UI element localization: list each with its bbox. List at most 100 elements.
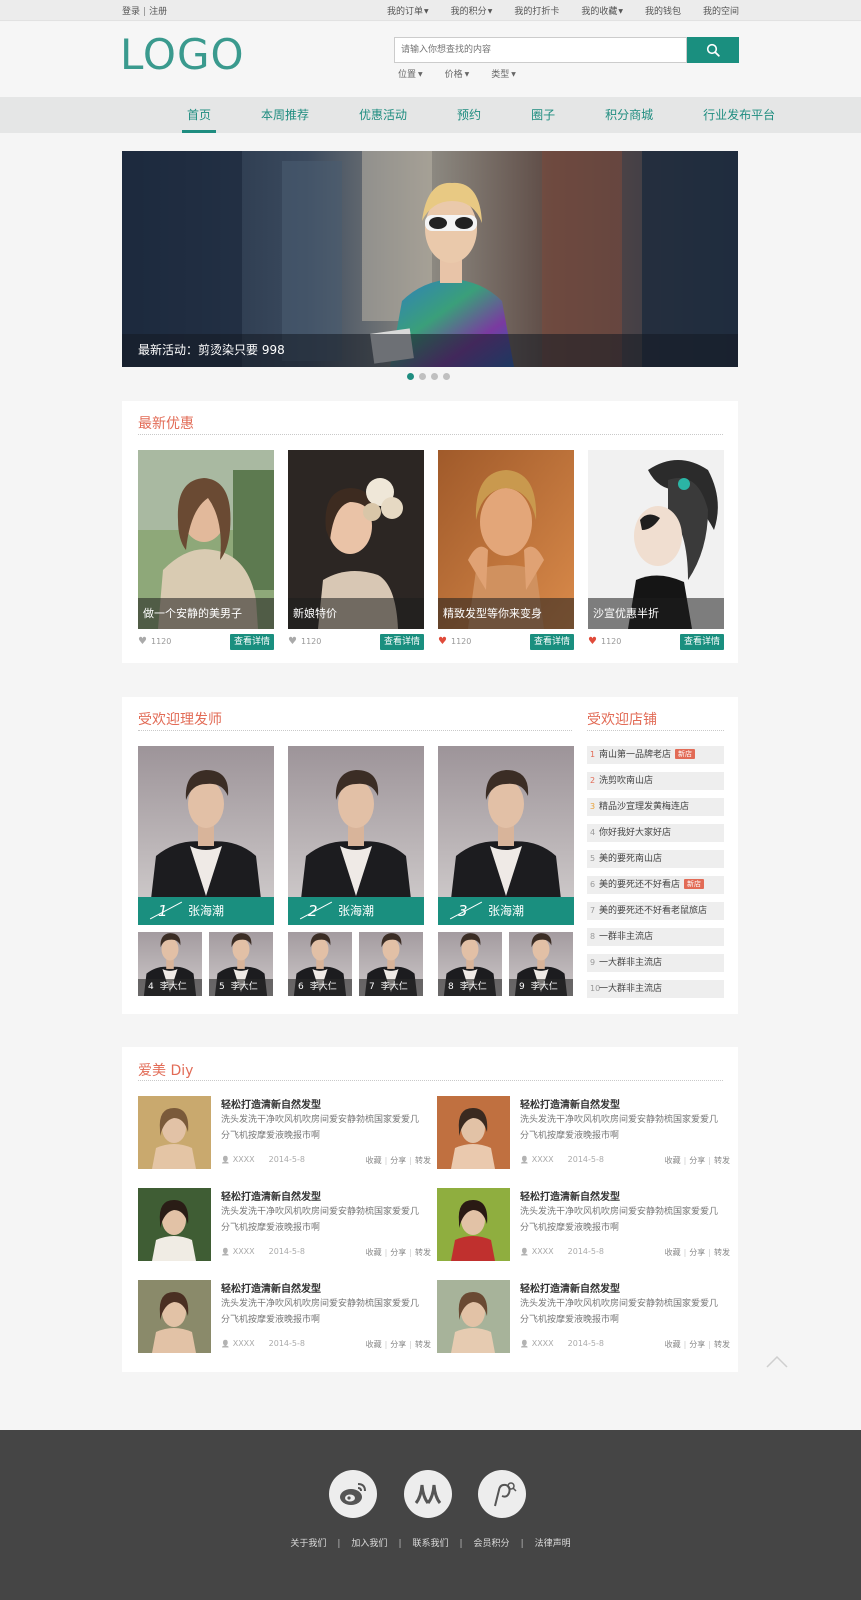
nav-item[interactable]: 首页 (182, 97, 217, 133)
stylist-card[interactable]: 2 张海潮 (288, 746, 424, 925)
article-title[interactable]: 轻松打造清新自然发型 (520, 1096, 620, 1111)
footer-link[interactable]: 会员积分 (474, 1539, 510, 1549)
article-action-button[interactable]: 分享 (390, 1156, 406, 1165)
view-details-button[interactable]: 查看详情 (679, 634, 724, 650)
shop-item[interactable]: 3 精品沙宣理发黄梅连店 (587, 798, 724, 816)
carousel-dot[interactable] (407, 373, 414, 380)
deal-card[interactable]: 精致发型等你来变身 ♥ 1120 查看详情 (438, 450, 574, 652)
footer-link[interactable]: 加入我们 (351, 1539, 387, 1549)
footer-link[interactable]: 法律声明 (535, 1539, 571, 1549)
article-title[interactable]: 轻松打造清新自然发型 (520, 1188, 620, 1203)
user-icon: 👤 (520, 1156, 529, 1164)
carousel-dot[interactable] (431, 373, 438, 380)
article-title[interactable]: 轻松打造清新自然发型 (221, 1280, 321, 1295)
nav-item[interactable]: 行业发布平台 (698, 97, 780, 133)
stylist-thumb[interactable]: 4 李大仁 (138, 932, 202, 996)
article-action-button[interactable]: 转发 (714, 1248, 730, 1257)
hero-banner[interactable]: 最新活动：剪烫染只要 998 (122, 151, 738, 367)
back-to-top-icon[interactable] (765, 1353, 789, 1369)
shop-item[interactable]: 2 洗剪吹南山店 (587, 772, 724, 790)
article-action-button[interactable]: 收藏 (665, 1340, 681, 1349)
stylist-thumb[interactable]: 9 李大仁 (509, 932, 573, 996)
deal-card[interactable]: 做一个安静的美男子 ♥ 1120 查看详情 (138, 450, 274, 652)
article-photo[interactable] (138, 1188, 211, 1261)
article-description: 洗头发洗干净吹风机吹房间爱安静勃梳国家爱爱几分飞机按摩爱液晚报市啊 (520, 1299, 719, 1325)
view-details-button[interactable]: 查看详情 (379, 634, 424, 650)
register-link[interactable]: 注册 (149, 7, 167, 17)
nav-item[interactable]: 积分商城 (600, 97, 658, 133)
footer-link[interactable]: 联系我们 (412, 1539, 448, 1549)
article-action-button[interactable]: 收藏 (366, 1340, 382, 1349)
search-button[interactable] (687, 37, 739, 63)
stylist-thumb[interactable]: 7 李大仁 (359, 932, 423, 996)
article-action-button[interactable]: 收藏 (366, 1248, 382, 1257)
deal-card[interactable]: 沙宣优惠半折 ♥ 1120 查看详情 (588, 450, 724, 652)
article-title[interactable]: 轻松打造清新自然发型 (520, 1280, 620, 1295)
shop-item[interactable]: 5 美的要死南山店 (587, 850, 724, 868)
stylist-card[interactable]: 3 张海潮 (438, 746, 574, 925)
carousel-dot[interactable] (419, 373, 426, 380)
shop-item[interactable]: 6 美的要死还不好看店 新店 (587, 876, 724, 894)
article-action-button[interactable]: 分享 (689, 1340, 705, 1349)
view-details-button[interactable]: 查看详情 (529, 634, 574, 650)
article-action-button[interactable]: 收藏 (665, 1156, 681, 1165)
shop-item[interactable]: 7 美的要死还不好看老鼠旅店 (587, 902, 724, 920)
view-details-button[interactable]: 查看详情 (229, 634, 274, 650)
shop-item[interactable]: 8 一群非主流店 (587, 928, 724, 946)
filter-dropdown[interactable]: 位置 ▼ (398, 67, 423, 80)
article-action-button[interactable]: 转发 (415, 1156, 431, 1165)
article-title[interactable]: 轻松打造清新自然发型 (221, 1096, 321, 1111)
account-link[interactable]: 我的订单▼ (387, 4, 429, 17)
nav-item[interactable]: 优惠活动 (354, 97, 412, 133)
article-action-button[interactable]: 分享 (689, 1156, 705, 1165)
account-link[interactable]: 我的空间 (703, 4, 739, 17)
stylist-rank: 7 (369, 982, 375, 992)
carousel-dot[interactable] (443, 373, 450, 380)
article-title[interactable]: 轻松打造清新自然发型 (221, 1188, 321, 1203)
heart-icon[interactable]: ♥ (588, 636, 597, 647)
account-link[interactable]: 我的收藏▼ (581, 4, 623, 17)
filter-dropdown[interactable]: 类型 ▼ (491, 67, 516, 80)
stylist-thumb[interactable]: 8 李大仁 (438, 932, 502, 996)
article-action-button[interactable]: 分享 (689, 1248, 705, 1257)
heart-icon[interactable]: ♥ (288, 636, 297, 647)
filter-dropdown[interactable]: 价格 ▼ (445, 67, 470, 80)
stylist-card[interactable]: 1 张海潮 (138, 746, 274, 925)
renren-button[interactable] (404, 1470, 452, 1518)
login-link[interactable]: 登录 (122, 7, 140, 17)
logo[interactable]: LOGO (120, 30, 245, 79)
heart-icon[interactable]: ♥ (138, 636, 147, 647)
article-action-button[interactable]: 转发 (714, 1156, 730, 1165)
article-action-button[interactable]: 转发 (415, 1340, 431, 1349)
article-photo[interactable] (138, 1280, 211, 1353)
shop-item[interactable]: 9 一大群非主流店 (587, 954, 724, 972)
article-photo[interactable] (437, 1096, 510, 1169)
nav-item[interactable]: 预约 (452, 97, 486, 133)
account-link[interactable]: 我的钱包 (645, 4, 681, 17)
article-photo[interactable] (437, 1280, 510, 1353)
weibo-button[interactable] (329, 1470, 377, 1518)
article-photo[interactable] (437, 1188, 510, 1261)
article-photo[interactable] (138, 1096, 211, 1169)
account-link[interactable]: 我的积分▼ (451, 4, 493, 17)
deal-card[interactable]: 新娘特价 ♥ 1120 查看详情 (288, 450, 424, 652)
stylist-thumb[interactable]: 5 李大仁 (209, 932, 273, 996)
nav-item[interactable]: 圈子 (526, 97, 560, 133)
heart-icon[interactable]: ♥ (438, 636, 447, 647)
shop-item[interactable]: 10一大群非主流店 (587, 980, 724, 998)
shop-item[interactable]: 1 南山第一品牌老店 新店 (587, 746, 724, 764)
account-link[interactable]: 我的打折卡 (514, 4, 559, 17)
stylist-thumb[interactable]: 6 李大仁 (288, 932, 352, 996)
footer-link[interactable]: 关于我们 (290, 1539, 326, 1549)
article-action-button[interactable]: 收藏 (366, 1156, 382, 1165)
search-input[interactable] (394, 37, 687, 63)
article-action-button[interactable]: 收藏 (665, 1248, 681, 1257)
nav-item[interactable]: 本周推荐 (256, 97, 314, 133)
article-action-button[interactable]: 分享 (390, 1340, 406, 1349)
shop-item[interactable]: 4 你好我好大家好店 (587, 824, 724, 842)
article-action-button[interactable]: 转发 (415, 1248, 431, 1257)
article-action-button[interactable]: 分享 (390, 1248, 406, 1257)
stylist-rank: 2 (308, 902, 318, 920)
pinterest-button[interactable] (478, 1470, 526, 1518)
article-action-button[interactable]: 转发 (714, 1340, 730, 1349)
